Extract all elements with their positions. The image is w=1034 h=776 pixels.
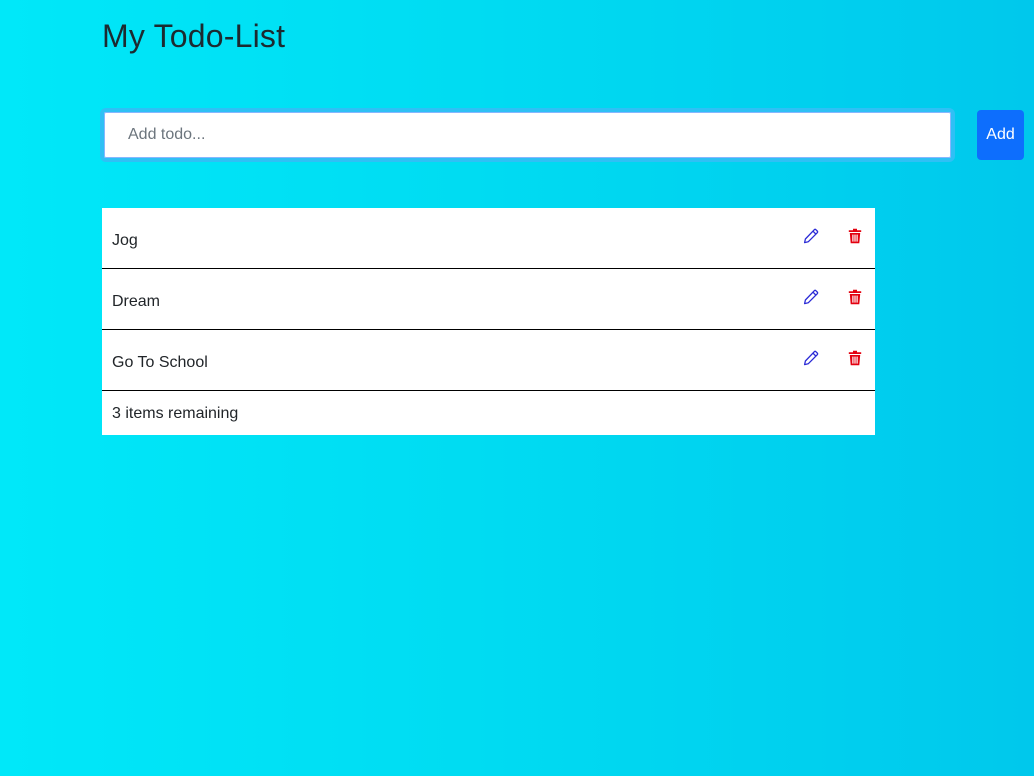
add-todo-form: Add xyxy=(100,108,1034,162)
delete-button[interactable] xyxy=(845,287,865,307)
todo-input[interactable] xyxy=(100,108,955,162)
todo-footer: 3 items remaining xyxy=(102,391,875,435)
delete-button[interactable] xyxy=(845,226,865,246)
edit-button[interactable] xyxy=(801,348,821,368)
trash-icon xyxy=(848,350,862,366)
pencil-icon xyxy=(803,289,819,305)
delete-button[interactable] xyxy=(845,348,865,368)
trash-icon xyxy=(848,289,862,305)
todo-text: Go To School xyxy=(112,354,208,371)
items-remaining-count: 3 items remaining xyxy=(112,405,239,422)
todo-text: Jog xyxy=(112,232,138,249)
edit-button[interactable] xyxy=(801,287,821,307)
todo-item: Jog xyxy=(102,208,875,269)
todo-list: Jog Dream Go To School 3 items remaining xyxy=(102,208,875,435)
trash-icon xyxy=(848,228,862,244)
todo-item: Go To School xyxy=(102,330,875,391)
pencil-icon xyxy=(803,350,819,366)
edit-button[interactable] xyxy=(801,226,821,246)
page-title: My Todo-List xyxy=(102,18,286,54)
add-button[interactable]: Add xyxy=(977,110,1024,160)
todo-text: Dream xyxy=(112,293,161,310)
todo-item: Dream xyxy=(102,269,875,330)
pencil-icon xyxy=(803,228,819,244)
